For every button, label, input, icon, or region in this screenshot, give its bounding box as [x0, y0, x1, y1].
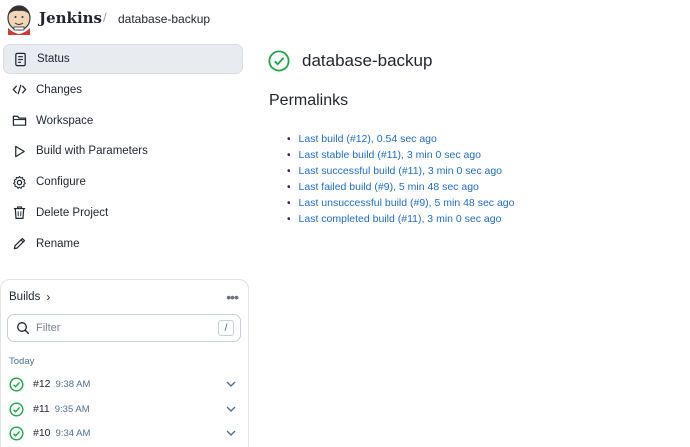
chevron-down-icon[interactable] — [225, 427, 237, 439]
chevron-right-icon: › — [46, 290, 51, 304]
document-icon — [12, 51, 28, 67]
sidebar-item-label: Delete Project — [36, 206, 109, 219]
build-row[interactable]: #12 9:38 AM — [9, 374, 241, 394]
permalink-last-build[interactable]: Last build (#12), 0.54 sec ago — [287, 131, 514, 147]
success-icon — [9, 377, 24, 391]
sidebar-item-label: Configure — [36, 176, 86, 189]
build-row[interactable]: #10 9:34 AM — [9, 423, 241, 443]
builds-header-link[interactable]: Builds › — [9, 290, 50, 304]
permalink-last-completed-build[interactable]: Last completed build (#11), 3 min 0 sec … — [287, 211, 514, 227]
success-icon — [9, 426, 24, 440]
sidebar-item-rename[interactable]: Rename — [3, 229, 243, 259]
build-number[interactable]: #10 — [33, 427, 51, 439]
search-icon — [17, 322, 30, 335]
build-time: 9:35 AM — [54, 403, 90, 415]
code-icon — [11, 82, 27, 98]
build-number[interactable]: #11 — [33, 403, 50, 415]
chevron-down-icon[interactable] — [225, 403, 237, 415]
sidebar-item-status[interactable]: Status — [3, 44, 243, 74]
project-heading: database-backup — [268, 50, 432, 72]
sidebar-item-label: Status — [37, 53, 70, 65]
breadcrumb-project[interactable]: database-backup — [118, 12, 210, 26]
permalinks-heading: Permalinks — [269, 92, 349, 109]
builds-group-label: Today — [9, 356, 35, 367]
sidebar-item-label: Workspace — [36, 114, 94, 127]
permalink-last-successful-build[interactable]: Last successful build (#11), 3 min 0 sec… — [287, 163, 514, 179]
build-number[interactable]: #12 — [33, 378, 51, 390]
permalink-last-unsuccessful-build[interactable]: Last unsuccessful build (#9), 5 min 48 s… — [287, 195, 515, 211]
sidebar-item-label: Build with Parameters — [36, 145, 148, 158]
permalink-last-stable-build[interactable]: Last stable build (#11), 3 min 0 sec ago — [287, 147, 514, 163]
pencil-icon — [11, 236, 27, 252]
sidebar-item-workspace[interactable]: Workspace — [3, 106, 243, 136]
play-icon — [11, 143, 27, 159]
builds-filter-field[interactable]: Filter / — [7, 314, 241, 342]
trash-icon — [11, 205, 27, 221]
build-time: 9:34 AM — [55, 427, 91, 439]
builds-panel: Builds › ••• Filter / Today #12 9:38 AM … — [0, 279, 249, 447]
sidebar-item-label: Rename — [36, 237, 80, 250]
sidebar-nav: Status Changes Workspace Build with Para… — [3, 44, 243, 260]
page-title: database-backup — [302, 51, 433, 70]
sidebar-item-configure[interactable]: Configure — [3, 167, 243, 197]
more-options-icon[interactable]: ••• — [226, 289, 239, 305]
filter-placeholder: Filter — [36, 322, 61, 334]
top-header: Jenkins / database-backup — [0, 0, 690, 38]
sidebar-item-changes[interactable]: Changes — [3, 75, 243, 105]
jenkins-logo-icon[interactable] — [5, 4, 33, 35]
build-row[interactable]: #11 9:35 AM — [9, 399, 241, 419]
chevron-down-icon[interactable] — [225, 378, 237, 390]
sidebar-item-label: Changes — [36, 83, 83, 96]
success-icon — [268, 50, 290, 72]
sidebar-item-delete-project[interactable]: Delete Project — [3, 198, 243, 228]
filter-shortcut-key: / — [218, 320, 234, 336]
folder-icon — [11, 113, 27, 129]
build-time: 9:38 AM — [55, 378, 91, 390]
sidebar-item-build-with-parameters[interactable]: Build with Parameters — [3, 136, 243, 166]
permalink-last-failed-build[interactable]: Last failed build (#9), 5 min 48 sec ago — [287, 179, 514, 195]
builds-title: Builds — [9, 291, 41, 303]
breadcrumb-separator: / — [103, 10, 107, 25]
brand-name[interactable]: Jenkins — [39, 9, 102, 27]
permalinks-list: Last build (#12), 0.54 sec ago Last stab… — [287, 131, 515, 227]
gear-icon — [11, 174, 27, 190]
success-icon — [9, 402, 24, 416]
